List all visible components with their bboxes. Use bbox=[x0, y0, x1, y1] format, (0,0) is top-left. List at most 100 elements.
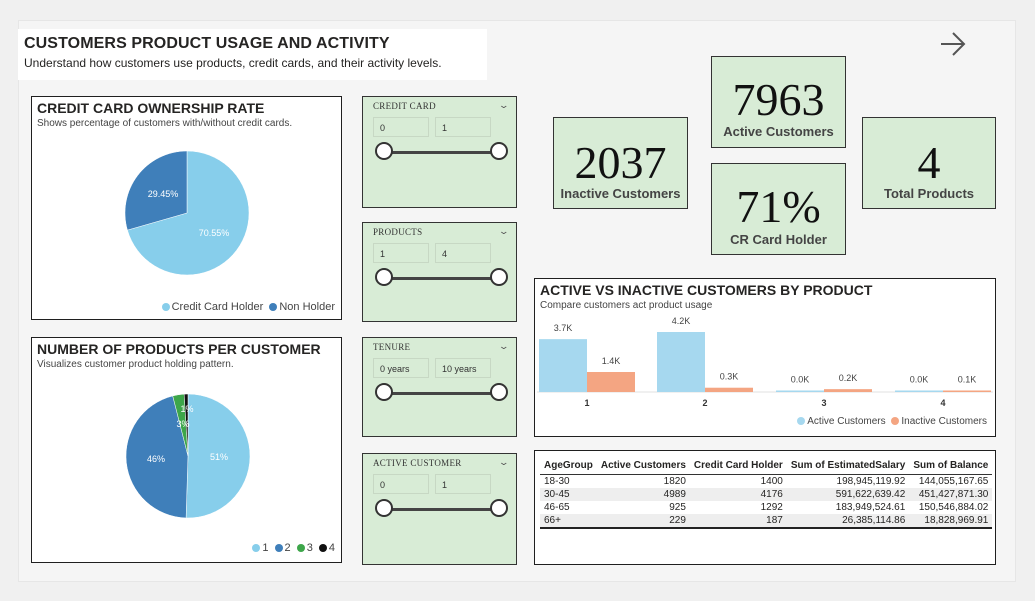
kpi-value: 7963 bbox=[732, 74, 825, 125]
credit-card-pie[interactable]: 70.55% 29.45% bbox=[32, 97, 341, 319]
table-cell: 1400 bbox=[760, 476, 783, 487]
legend-dot-1 bbox=[252, 544, 261, 552]
table-cell: 1820 bbox=[663, 476, 686, 487]
active-data-label-3: 0.0K bbox=[791, 375, 810, 385]
kpi-label: Inactive Customers bbox=[560, 186, 681, 201]
slicer-max-handle[interactable] bbox=[490, 499, 508, 517]
credit-card-holder-data-label: 70.55% bbox=[199, 228, 230, 238]
slicer-min-handle[interactable] bbox=[375, 383, 393, 401]
table-row: 18-30 1820 1400 198,945,119.92 144,055,167.6… bbox=[540, 475, 992, 489]
table-cell: 187 bbox=[689, 514, 787, 529]
active-vs-inactive-chart[interactable]: 3.7K 1.4K 1 4.2K 0.3K 2 0.0K 0.2K 3 0.0K 0.1K 4 bbox=[535, 279, 995, 436]
table-cell: 4989 bbox=[596, 488, 690, 501]
credit-card-slicer[interactable]: CREDIT CARD ⌄ 0 1 bbox=[362, 96, 517, 208]
active-bar-4[interactable] bbox=[895, 390, 943, 393]
x-tick-label-2: 2 bbox=[702, 398, 707, 408]
table-cell: 925 bbox=[669, 502, 686, 513]
chevron-down-icon[interactable]: ⌄ bbox=[499, 341, 510, 352]
legend-label-active: Active Customers bbox=[807, 416, 886, 427]
table-cell: 30-45 bbox=[540, 488, 597, 501]
active-data-label-1: 3.7K bbox=[554, 323, 573, 333]
products-4-data-label: 1% bbox=[180, 404, 193, 414]
column-header[interactable]: Sum of EstimatedSalary bbox=[786, 456, 910, 475]
kpi-value: 2037 bbox=[574, 137, 667, 188]
products-1-data-label: 51% bbox=[210, 452, 228, 462]
kpi-cr-card-holder: 71% CR Card Holder bbox=[711, 163, 846, 255]
column-header[interactable]: Sum of Balance bbox=[909, 456, 993, 475]
table-cell: 66+ bbox=[540, 514, 597, 529]
inactive-bar-1[interactable] bbox=[587, 372, 635, 392]
inactive-data-label-1: 1.4K bbox=[602, 356, 621, 366]
kpi-active-customers: 7963 Active Customers bbox=[711, 56, 846, 148]
products-2-data-label: 46% bbox=[147, 454, 165, 464]
legend-label-4: 4 bbox=[328, 542, 335, 554]
credit-card-legend: Credit Card Holder Non Holder bbox=[159, 301, 335, 313]
legend-label-holder: Credit Card Holder bbox=[171, 301, 264, 313]
slicer-min-input[interactable]: 0 years bbox=[373, 358, 429, 378]
table-cell: 18-30 bbox=[544, 476, 570, 487]
legend-dot-holder bbox=[161, 303, 170, 311]
legend-dot-4 bbox=[318, 544, 327, 552]
legend-dot-active bbox=[797, 417, 806, 425]
slicer-max-input[interactable]: 4 bbox=[435, 243, 491, 263]
active-bar-1[interactable] bbox=[539, 339, 587, 392]
products-slicer[interactable]: PRODUCTS ⌄ 1 4 bbox=[362, 222, 517, 322]
column-header[interactable]: AgeGroup bbox=[540, 456, 597, 475]
table-cell: 183,949,524.61 bbox=[835, 502, 906, 513]
x-tick-label-4: 4 bbox=[940, 398, 945, 408]
slicer-min-handle[interactable] bbox=[375, 142, 393, 160]
page-title: CUSTOMERS PRODUCT USAGE AND ACTIVITY bbox=[24, 35, 390, 52]
slicer-min-input[interactable]: 0 bbox=[373, 117, 429, 137]
page-subtitle: Understand how customers use products, c… bbox=[24, 56, 442, 70]
slicer-min-input[interactable]: 0 bbox=[373, 474, 429, 494]
chevron-down-icon[interactable]: ⌄ bbox=[499, 226, 510, 237]
non-holder-data-label: 29.45% bbox=[148, 189, 179, 199]
table-cell: 198,945,119.92 bbox=[836, 476, 906, 487]
table-cell: 18,828,969.91 bbox=[909, 514, 993, 529]
slicer-min-handle[interactable] bbox=[375, 268, 393, 286]
active-customer-slicer[interactable]: ACTIVE CUSTOMER ⌄ 0 1 bbox=[362, 453, 517, 565]
kpi-label: Total Products bbox=[883, 186, 975, 201]
slicer-track[interactable] bbox=[385, 151, 503, 154]
slicer-min-handle[interactable] bbox=[375, 499, 393, 517]
table-row: 46-65 925 1292 183,949,524.61 150,546,884.02 bbox=[540, 501, 992, 514]
table-cell: 4176 bbox=[689, 488, 787, 501]
chevron-down-icon[interactable]: ⌄ bbox=[499, 100, 510, 111]
slicer-max-input[interactable]: 1 bbox=[435, 474, 491, 494]
x-tick-label-1: 1 bbox=[584, 398, 589, 408]
age-group-table: AgeGroup Active Customers Credit Card Hold… bbox=[540, 456, 993, 529]
inactive-bar-4[interactable] bbox=[943, 390, 991, 393]
legend-dot-inactive bbox=[891, 417, 900, 425]
column-header[interactable]: Credit Card Holder bbox=[689, 456, 787, 475]
report-header: CUSTOMERS PRODUCT USAGE AND ACTIVITY Und… bbox=[18, 29, 487, 80]
inactive-bar-3[interactable] bbox=[824, 389, 872, 392]
table-cell: 451,427,871.30 bbox=[909, 488, 993, 501]
tenure-slicer[interactable]: TENURE ⌄ 0 years 10 years bbox=[362, 337, 517, 437]
kpi-inactive-customers: 2037 Inactive Customers bbox=[553, 117, 688, 209]
kpi-total-products: 4 Total Products bbox=[862, 117, 996, 209]
products-legend: 1 2 3 4 bbox=[249, 542, 335, 554]
slicer-max-input[interactable]: 10 years bbox=[435, 358, 491, 378]
slicer-max-handle[interactable] bbox=[490, 268, 508, 286]
active-vs-inactive-card: ACTIVE VS INACTIVE CUSTOMERS BY PRODUCT … bbox=[534, 278, 996, 437]
slicer-max-handle[interactable] bbox=[490, 383, 508, 401]
slicer-label: TENURE bbox=[373, 342, 411, 352]
table-cell: 229 bbox=[596, 514, 690, 529]
arrow-right-icon[interactable] bbox=[938, 30, 968, 58]
slicer-max-input[interactable]: 1 bbox=[435, 117, 491, 137]
slicer-track[interactable] bbox=[385, 277, 503, 280]
slicer-min-input[interactable]: 1 bbox=[373, 243, 429, 263]
legend-label-2: 2 bbox=[284, 542, 291, 554]
products-pie[interactable]: 51% 46% 3% 1% bbox=[32, 338, 341, 562]
table-cell: 26,385,114.86 bbox=[786, 514, 910, 529]
column-header[interactable]: Active Customers bbox=[596, 456, 690, 475]
chevron-down-icon[interactable]: ⌄ bbox=[499, 457, 510, 468]
inactive-bar-2[interactable] bbox=[705, 387, 753, 392]
active-bar-3[interactable] bbox=[776, 390, 824, 393]
table-row: 30-45 4989 4176 591,622,639.42 451,427,871.3… bbox=[540, 488, 993, 501]
slicer-track[interactable] bbox=[385, 508, 503, 511]
slicer-label: ACTIVE CUSTOMER bbox=[373, 458, 462, 468]
active-bar-2[interactable] bbox=[657, 332, 705, 392]
slicer-max-handle[interactable] bbox=[490, 142, 508, 160]
slicer-track[interactable] bbox=[385, 392, 503, 395]
